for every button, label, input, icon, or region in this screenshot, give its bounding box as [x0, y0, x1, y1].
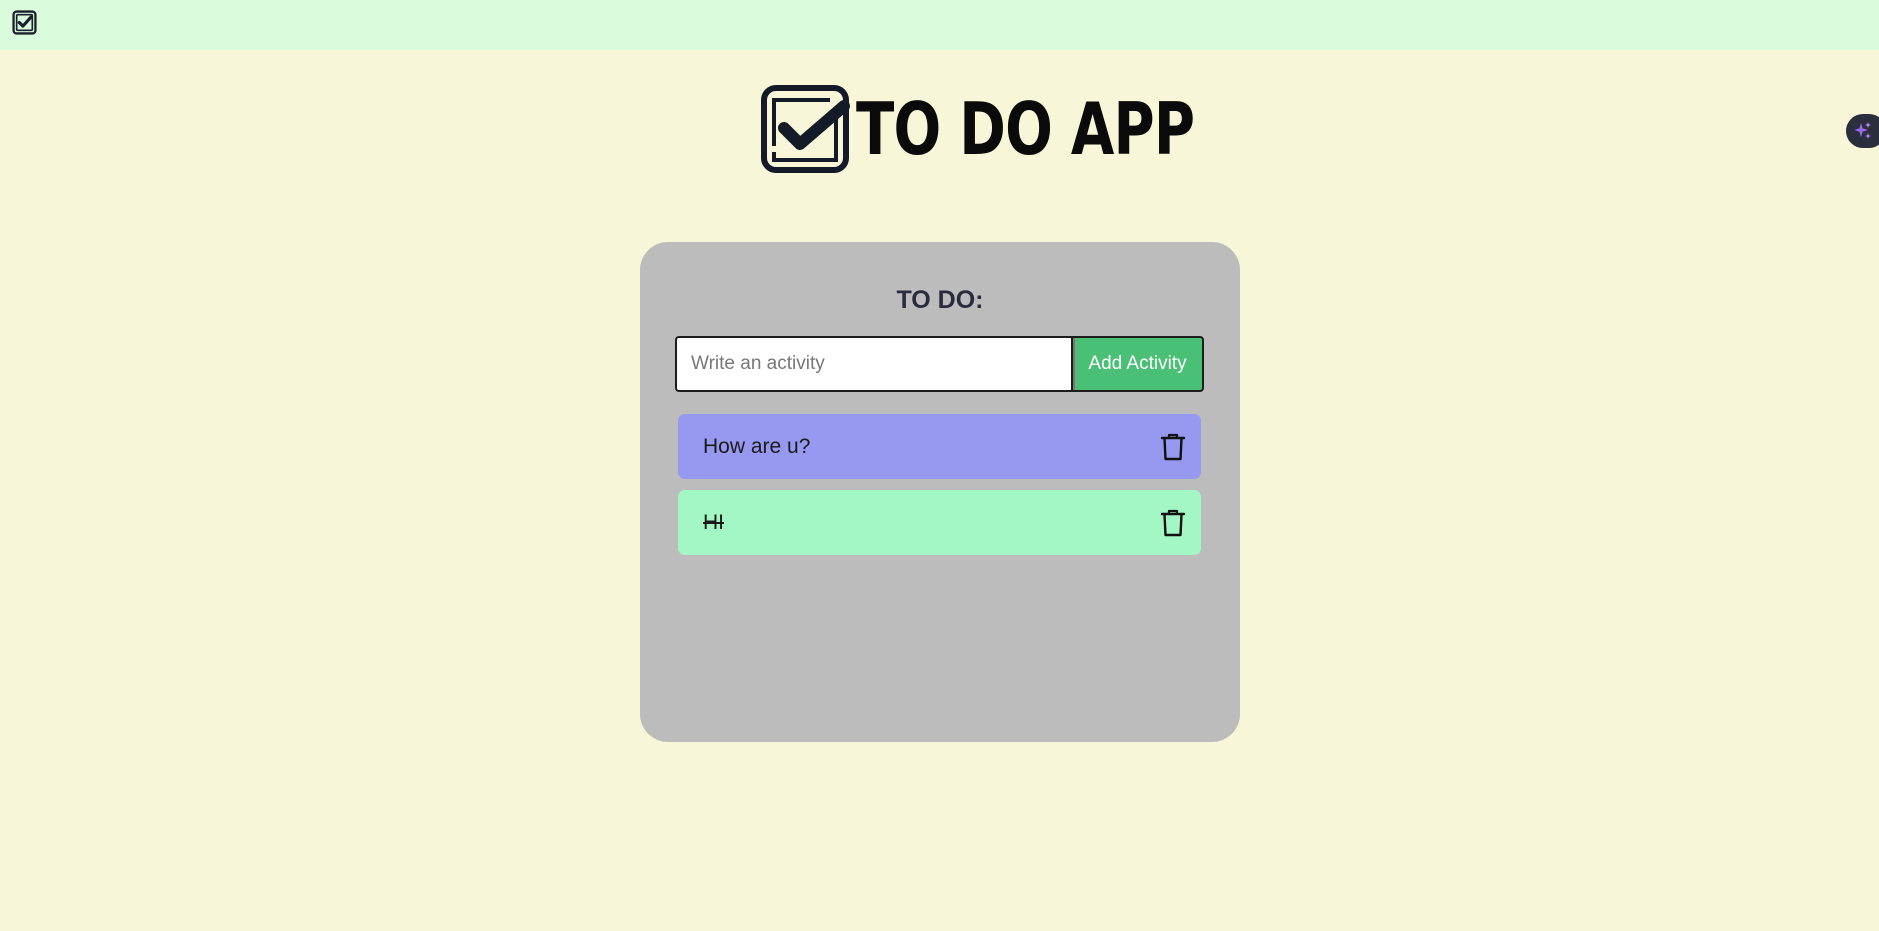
activity-input[interactable] — [675, 336, 1071, 392]
trash-icon[interactable] — [1160, 509, 1186, 537]
todo-heading: TO DO: — [896, 286, 984, 314]
browser-topbar — [0, 0, 1879, 50]
todo-item[interactable]: HI — [678, 490, 1201, 555]
app-header: TO DO APP — [760, 84, 1290, 174]
todo-card: TO DO: Add Activity How are u? HI — [640, 242, 1240, 742]
todo-item-text[interactable]: How are u? — [703, 414, 810, 479]
todo-item[interactable]: How are u? — [678, 414, 1201, 479]
extension-button[interactable] — [1846, 114, 1879, 148]
checkbox-checked-icon — [761, 85, 850, 173]
trash-icon[interactable] — [1160, 433, 1186, 461]
add-activity-form: Add Activity — [675, 336, 1204, 392]
app-title: TO DO APP — [856, 87, 1195, 171]
sparkles-icon — [1854, 122, 1871, 139]
todo-item-text[interactable]: HI — [703, 490, 724, 555]
checkbox-checked-icon — [12, 10, 37, 35]
add-activity-button[interactable]: Add Activity — [1071, 336, 1204, 392]
